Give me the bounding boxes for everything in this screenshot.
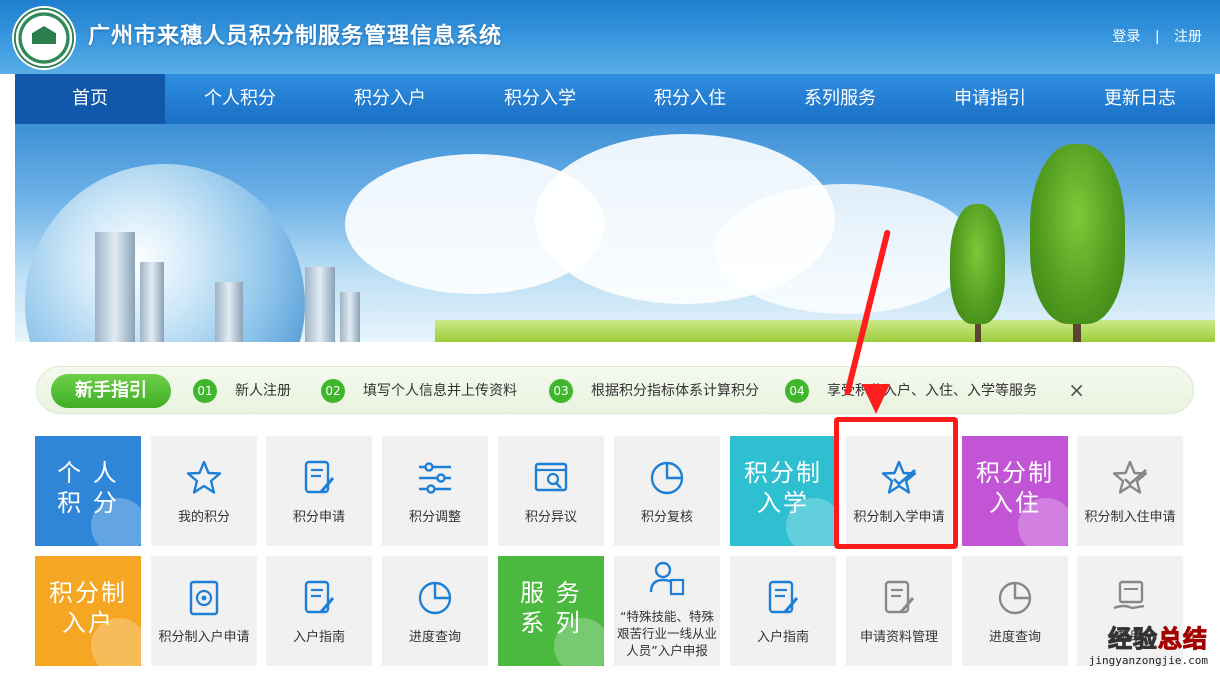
category-points-hukou[interactable]: 积分制 入户 [35,556,147,673]
pie-chart-icon [650,461,684,495]
guide-step: 02 填写个人信息并上传资料 [321,379,517,403]
header: 广州市来穗人员积分制服务管理信息系统 登录 | 注册 [0,0,1220,74]
step-number: 03 [549,379,573,403]
building-illustration [95,232,135,342]
category-points-housing[interactable]: 积分制 入住 [962,436,1074,554]
nav-home[interactable]: 首页 [15,74,165,124]
tile-label: 积分调整 [408,510,461,525]
building-illustration [340,292,360,342]
tile-series-progress[interactable]: 进度查询 [962,556,1068,666]
globe-illustration [25,164,305,342]
step-text: 享受积分入户、入住、入学等服务 [827,383,1037,399]
login-link[interactable]: 登录 [1112,29,1140,45]
tile-progress-query[interactable]: 进度查询 [382,556,488,666]
pie-chart-icon [998,581,1032,615]
tile-hukou-apply[interactable]: 积分制入户申请 [151,556,257,666]
tile-label: 积分异议 [524,510,577,525]
site-logo[interactable] [14,8,74,68]
sliders-icon [419,462,451,494]
guide-close-button[interactable]: × [1068,378,1085,402]
nav-personal-points[interactable]: 个人积分 [165,74,315,124]
form-edit-icon [304,580,335,614]
tile-label: 积分制入户申请 [158,630,250,645]
guide-tag: 新手指引 [51,374,171,408]
hand-document-icon [1113,580,1145,610]
grass-field [435,320,1215,342]
guide-step: 04 享受积分入户、入住、入学等服务 [785,379,1037,403]
nav-apply-guide[interactable]: 申请指引 [915,74,1065,124]
building-illustration [215,282,243,342]
step-number: 01 [193,379,217,403]
tile-material-manage[interactable]: 申请资料管理 [846,556,952,666]
house-icon [1018,498,1074,554]
building-illustration [140,262,164,342]
tile-label: 积分复核 [640,510,693,525]
hero-banner [15,124,1215,342]
register-link[interactable]: 注册 [1174,29,1202,45]
clover-icon [554,618,610,673]
nav-changelog[interactable]: 更新日志 [1065,74,1215,124]
tile-label: 申请资料管理 [859,630,938,645]
tile-label: 入户指南 [292,630,345,645]
tile-housing-apply[interactable]: 积分制入住申请 [1077,436,1183,546]
step-text: 新人注册 [235,383,291,399]
tile-label: 入户指南 [756,630,809,645]
category-points-school[interactable]: 积分制 入学 [730,436,842,554]
step-number: 04 [785,379,809,403]
tile-label: 积分申请 [292,510,345,525]
category-series-services[interactable]: 服 务 系 列 [498,556,610,673]
tile-label: 我的积分 [177,510,230,525]
auth-links: 登录 | 注册 [1112,26,1202,46]
tile-label: 进度查询 [988,630,1041,645]
guide-step: 03 根据积分指标体系计算积分 [549,379,759,403]
nav-points-hukou[interactable]: 积分入户 [315,74,465,124]
tile-points-apply[interactable]: 积分申请 [266,436,372,546]
main-nav: 首页 个人积分 积分入户 积分入学 积分入住 系列服务 申请指引 更新日志 [15,74,1215,124]
watermark-cn-a: 经验 [1108,625,1158,654]
pie-chart-icon [418,581,452,615]
star-icon [186,460,222,494]
category-personal-points[interactable]: 个 人 积 分 [35,436,147,554]
watermark-en: jingyanzongjie.com [1088,654,1208,667]
badge-icon [91,618,147,673]
certificate-icon [189,580,219,616]
tile-points-review[interactable]: 积分复核 [614,436,720,546]
beginner-guide: 新手指引 01 新人注册 02 填写个人信息并上传资料 03 根据积分指标体系计算积分… [36,366,1194,414]
tile-series-guide[interactable]: 入户指南 [730,556,836,666]
watermark: 经验总结 jingyanzongjie.com [1088,619,1208,668]
step-text: 填写个人信息并上传资料 [363,383,517,399]
building-illustration [305,267,335,342]
step-number: 02 [321,379,345,403]
tree-illustration [950,204,1005,324]
form-edit-icon [884,580,915,614]
guide-step: 01 新人注册 [193,379,291,403]
form-edit-icon [768,580,799,614]
cloud-decoration [715,184,975,314]
tile-my-points[interactable]: 我的积分 [151,436,257,546]
tile-label: “特殊技能、特殊艰苦行业一线从业人员”入户申报 [616,609,717,658]
tile-hukou-guide[interactable]: 入户指南 [266,556,372,666]
star-check-icon [1112,460,1148,494]
nav-points-school[interactable]: 积分入学 [465,74,615,124]
site-title: 广州市来穗人员积分制服务管理信息系统 [88,24,503,49]
watermark-cn: 经验总结 [1089,619,1208,654]
watermark-cn-b: 总结 [1158,625,1208,654]
tree-illustration [1030,144,1125,324]
annotation-arrow-head [862,384,890,414]
tile-label: 进度查询 [408,630,461,645]
user-document-icon [649,561,685,596]
tile-label: 积分制入住申请 [1084,510,1176,525]
tile-points-adjust[interactable]: 积分调整 [382,436,488,546]
form-edit-icon [304,460,335,494]
auth-separator: | [1154,29,1160,45]
tile-points-objection[interactable]: 积分异议 [498,436,604,546]
document-search-icon [534,462,568,492]
step-text: 根据积分指标体系计算积分 [591,383,759,399]
person-icon [91,498,147,554]
nav-series-services[interactable]: 系列服务 [765,74,915,124]
highlight-box [834,417,958,549]
tile-special-report[interactable]: “特殊技能、特殊艰苦行业一线从业人员”入户申报 [614,556,720,666]
nav-points-housing[interactable]: 积分入住 [615,74,765,124]
